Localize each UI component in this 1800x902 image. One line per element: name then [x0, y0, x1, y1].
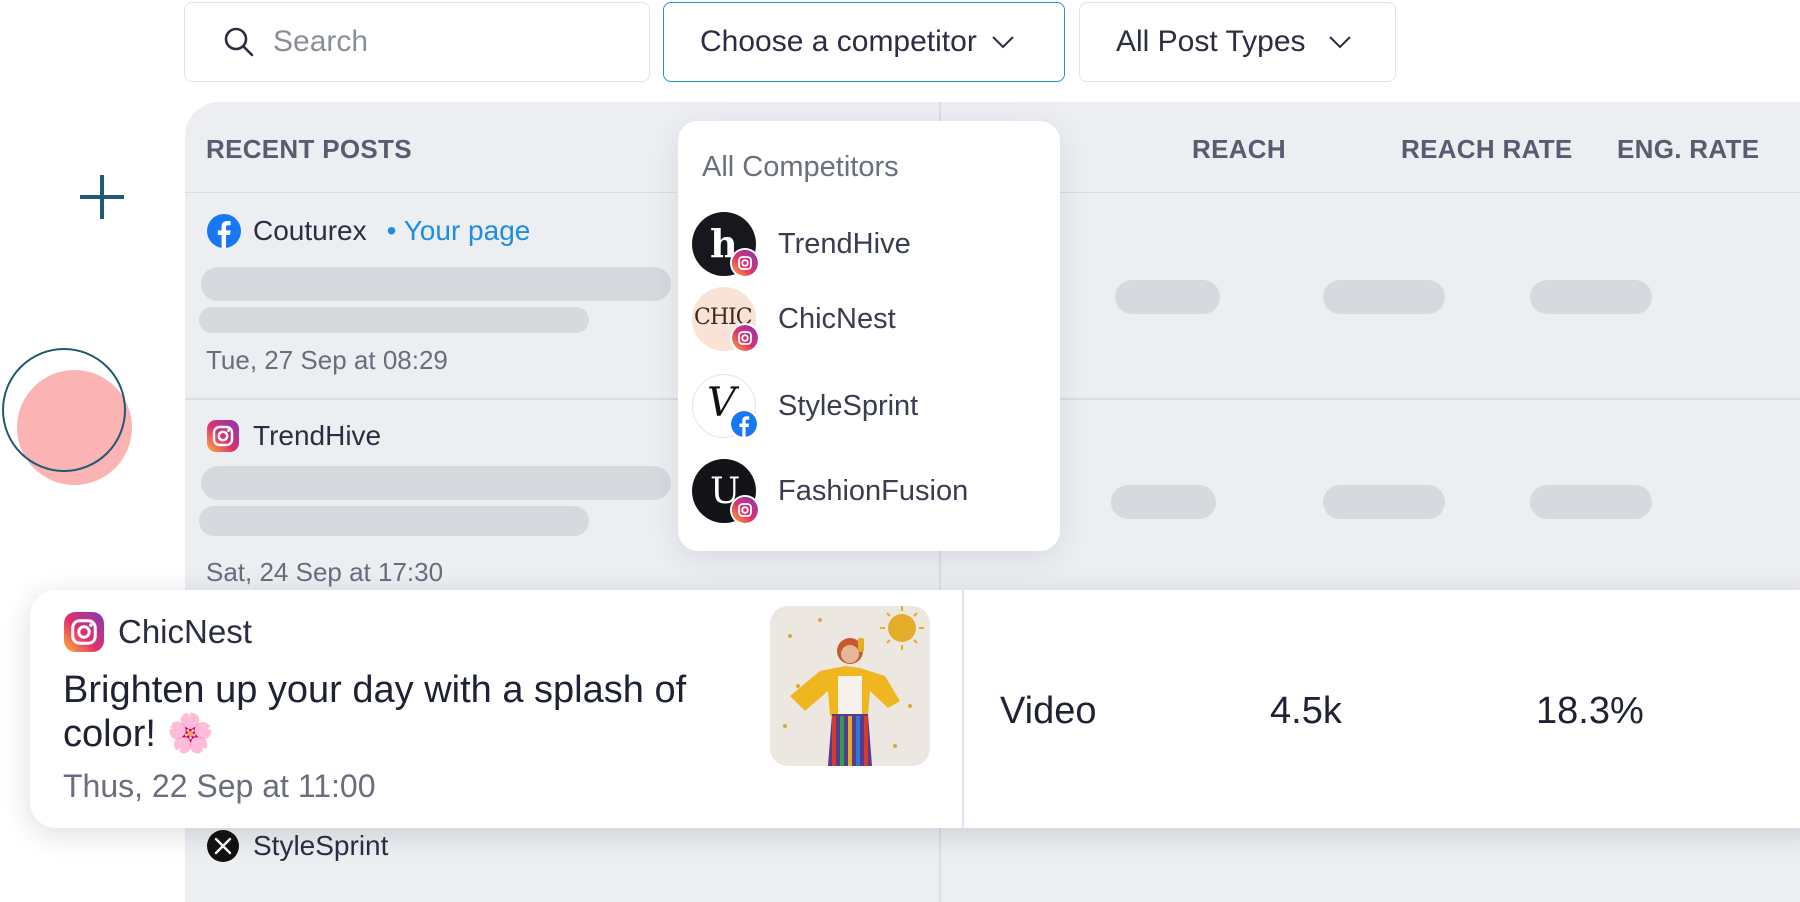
skeleton-metric [1323, 485, 1445, 519]
skeleton-metric [1530, 485, 1652, 519]
avatar: U [692, 459, 760, 525]
plus-decoration-icon [80, 175, 124, 219]
instagram-icon [207, 420, 239, 452]
dropdown-item-label: ChicNest [778, 302, 896, 335]
skeleton-line [199, 307, 589, 333]
header-reach-rate: REACH RATE [1401, 134, 1573, 164]
row-page-name: TrendHive [253, 420, 382, 451]
header-recent-posts: RECENT POSTS [206, 134, 412, 164]
row-page-name: Couturex [253, 215, 367, 246]
your-page-tag: • Your page [386, 215, 531, 246]
header-eng-rate: ENG. RATE [1617, 134, 1760, 164]
facebook-icon [207, 214, 241, 248]
post-types-select-label: All Post Types [1116, 25, 1306, 58]
avatar: V [692, 374, 759, 439]
competitor-select[interactable]: Choose a competitor [663, 2, 1065, 82]
skeleton-metric [1115, 280, 1220, 314]
dropdown-item-chicnest[interactable]: CHIC ChicNest [692, 284, 1047, 354]
skeleton-line [201, 267, 671, 301]
table-row-name[interactable]: TrendHive [207, 420, 381, 452]
row-date: Sat, 24 Sep at 17:30 [206, 557, 444, 587]
instagram-icon [730, 248, 760, 278]
dropdown-item-label: FashionFusion [778, 474, 969, 507]
ring-decoration [2, 348, 126, 472]
search-placeholder: Search [273, 25, 369, 58]
dropdown-item-label: TrendHive [778, 227, 911, 260]
chevron-down-icon [1328, 36, 1351, 49]
post-reach-rate: 18.3% [1536, 690, 1644, 732]
header-reach: REACH [1192, 134, 1286, 164]
competitor-select-label: Choose a competitor [700, 25, 977, 58]
post-author: ChicNest [64, 612, 252, 652]
search-icon [224, 27, 254, 57]
competitor-dropdown: All Competitors h TrendHive CHIC ChicNes… [678, 121, 1060, 551]
skeleton-line [199, 506, 589, 536]
dropdown-item-trendhive[interactable]: h TrendHive [692, 209, 1047, 279]
dropdown-title[interactable]: All Competitors [702, 151, 899, 184]
post-thumbnail-image [770, 606, 930, 766]
search-input[interactable]: Search [184, 2, 650, 82]
skeleton-line [201, 466, 671, 500]
facebook-icon [729, 409, 759, 439]
chevron-down-icon [992, 36, 1014, 49]
post-text: Brighten up your day with a splash of co… [63, 669, 687, 755]
post-type: Video [1000, 690, 1097, 732]
dropdown-item-fashionfusion[interactable]: U FashionFusion [692, 456, 1047, 526]
column-divider [962, 590, 964, 828]
highlighted-post-row[interactable]: ChicNest Brighten up your day with a spl… [30, 590, 1800, 828]
x-icon [207, 830, 239, 862]
post-author-name: ChicNest [118, 613, 252, 650]
skeleton-metric [1323, 280, 1445, 314]
post-date: Thus, 22 Sep at 11:00 [63, 768, 376, 804]
avatar: h [692, 212, 760, 278]
row-page-name: StyleSprint [253, 830, 389, 861]
skeleton-metric [1111, 485, 1216, 519]
row-date: Tue, 27 Sep at 08:29 [206, 345, 448, 375]
skeleton-metric [1530, 280, 1652, 314]
post-thumbnail[interactable] [770, 606, 930, 766]
instagram-icon [730, 323, 760, 353]
dropdown-item-stylesprint[interactable]: V StyleSprint [692, 371, 1047, 441]
avatar: CHIC [692, 287, 760, 353]
post-reach: 4.5k [1270, 690, 1342, 732]
table-row-name[interactable]: StyleSprint [207, 830, 388, 862]
post-types-select[interactable]: All Post Types [1079, 2, 1396, 82]
instagram-icon [64, 612, 104, 652]
instagram-icon [730, 495, 760, 525]
table-row-name[interactable]: Couturex • Your page [207, 214, 530, 248]
dropdown-item-label: StyleSprint [778, 389, 919, 422]
